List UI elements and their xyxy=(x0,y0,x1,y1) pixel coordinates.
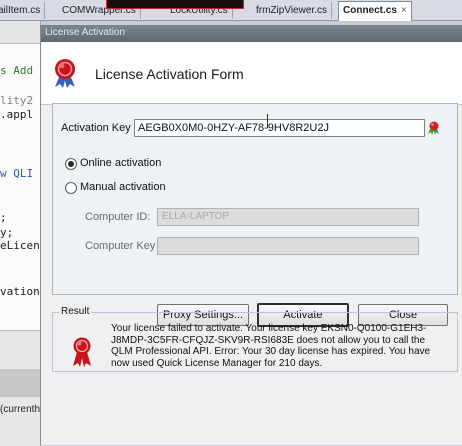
code-line: eLicen xyxy=(0,239,40,252)
window-title: License Activation xyxy=(45,27,126,38)
activation-key-label: Activation Key xyxy=(61,122,131,134)
code-line: vation xyxy=(0,285,40,298)
ide-output-pane: (currenth xyxy=(0,330,40,446)
dialog-titlebar[interactable]: License Activation xyxy=(41,25,462,42)
online-activation-radio[interactable] xyxy=(65,158,77,170)
award-ribbon-icon xyxy=(55,59,75,88)
close-icon[interactable]: × xyxy=(401,5,407,16)
computer-key-label: Computer Key xyxy=(85,240,156,252)
ide-tab-mailitem[interactable]: ailItem.cs xyxy=(0,2,46,19)
computer-key-field[interactable] xyxy=(157,237,419,255)
code-line: lity2 xyxy=(0,94,34,107)
ide-tab-connect[interactable]: Connect.cs × xyxy=(338,1,412,21)
code-line: .appl xyxy=(0,108,34,121)
ide-tab-label: ailItem.cs xyxy=(0,5,41,16)
online-activation-label[interactable]: Online activation xyxy=(80,157,161,169)
form-title: License Activation Form xyxy=(95,66,244,82)
ide-tab-label: frmZipViewer.cs xyxy=(256,5,327,16)
dialog-header: License Activation Form xyxy=(41,42,462,105)
activation-key-input[interactable]: AEGB0X0M0-0HZY-AF78-9HV8R2U2J xyxy=(134,119,425,137)
computer-id-label: Computer ID: xyxy=(85,211,151,223)
manual-activation-radio[interactable] xyxy=(65,182,77,194)
activation-panel: Activation Key AEGB0X0M0-0HZY-AF78-9HV8R… xyxy=(52,103,458,295)
paste-key-icon[interactable] xyxy=(427,121,441,135)
mouse-cursor-icon xyxy=(267,114,268,128)
editor-navigation-strip xyxy=(0,21,40,44)
failure-ribbon-icon xyxy=(73,337,91,367)
result-group: Result Your license failed to activate. … xyxy=(52,306,458,372)
computer-id-field[interactable]: ELLA-LAPTOP xyxy=(157,208,419,226)
ide-tab-label: Connect.cs xyxy=(343,5,397,16)
code-line: w QLI xyxy=(0,167,34,180)
ide-tab-frmzipviewer[interactable]: frmZipViewer.cs xyxy=(252,2,332,19)
manual-activation-label[interactable]: Manual activation xyxy=(80,181,166,193)
output-text: (currenth xyxy=(0,404,41,415)
output-pane-header xyxy=(0,369,40,397)
result-label: Result xyxy=(59,306,92,317)
overlay-window-edge xyxy=(106,0,244,9)
code-line: ; xyxy=(0,211,7,224)
code-line: s Add xyxy=(0,64,34,77)
license-activation-dialog: License Activation License Activation Fo… xyxy=(40,25,462,445)
code-line: y; xyxy=(0,226,14,239)
result-message: Your license failed to activate. Your li… xyxy=(111,323,431,369)
